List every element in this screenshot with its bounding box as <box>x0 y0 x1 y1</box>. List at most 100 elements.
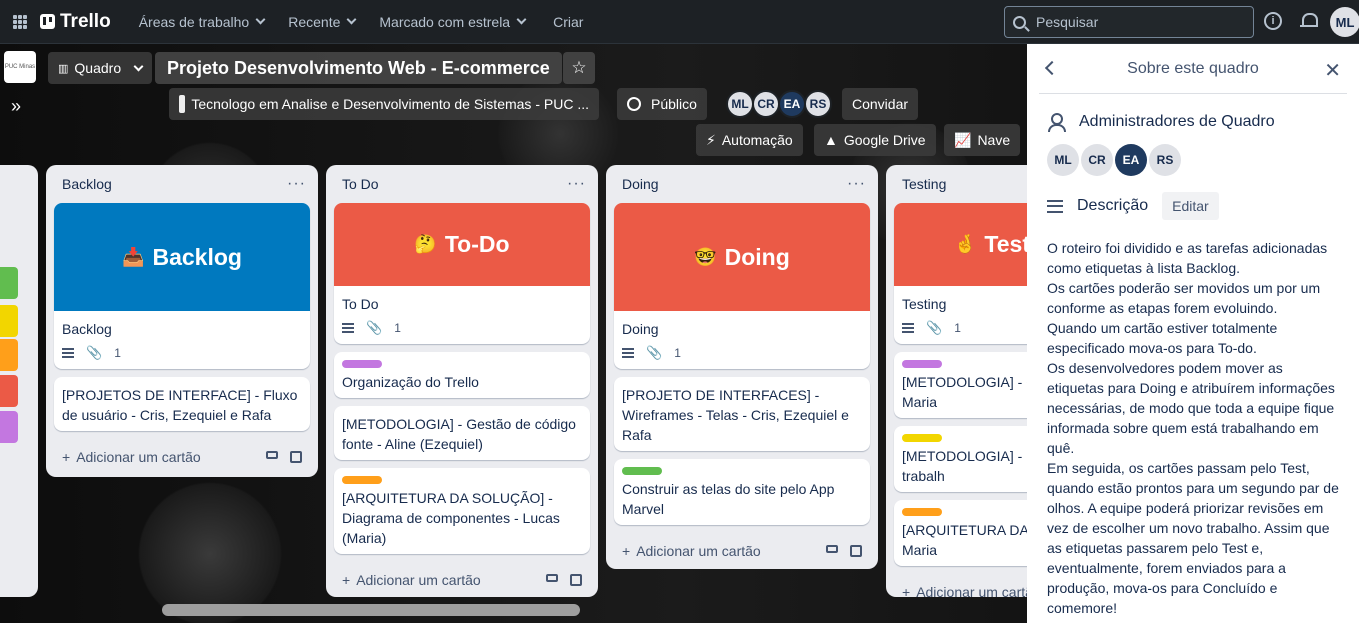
nave-button[interactable]: 📈 Nave <box>944 124 1021 156</box>
card-cover[interactable]: 🤓 Doing Doing 📎 1 <box>614 203 870 369</box>
chevron-down-icon <box>516 14 527 25</box>
automation-button[interactable]: ⚡ Automação <box>696 124 803 156</box>
notifications-bell-icon[interactable] <box>1300 12 1318 30</box>
expand-sidebar-icon[interactable]: » <box>11 96 21 117</box>
card-title: [METODOLOGIA] - Gestão de código fonte -… <box>342 416 576 452</box>
apps-switcher-icon[interactable] <box>0 0 40 44</box>
add-card-button[interactable]: + Adicionar um cartão <box>614 533 870 569</box>
cover-text: Test <box>984 231 1031 257</box>
member-avatar[interactable]: RS <box>804 90 832 118</box>
attachment-icon: 📎 <box>86 345 103 360</box>
add-card-button[interactable]: + Adicionar um cartão <box>334 562 590 598</box>
description-title: Descrição <box>1077 197 1149 214</box>
list-title[interactable]: Backlog <box>62 176 112 192</box>
video-icon[interactable] <box>826 545 838 553</box>
description-paragraph: Os cartões poderão ser movidos um por um… <box>1047 280 1321 316</box>
card[interactable]: [PROJETO DE INTERFACES] - Wireframes - T… <box>614 377 870 451</box>
label-green <box>0 267 18 299</box>
add-card-button[interactable]: + Adicionar um cartão <box>54 439 310 475</box>
card-title: [PROJETO DE INTERFACES] - Wireframes - T… <box>622 387 849 443</box>
edit-description-button[interactable]: Editar <box>1162 192 1219 220</box>
user-avatar[interactable]: ML <box>1330 7 1359 37</box>
plus-icon: + <box>342 572 351 588</box>
video-icon[interactable] <box>266 451 278 459</box>
cover-text: Backlog <box>152 243 242 270</box>
description-paragraph: O roteiro foi dividido e as tarefas adic… <box>1047 240 1328 276</box>
visibility-button[interactable]: Público <box>617 88 707 120</box>
card-title: Doing <box>622 321 659 337</box>
card-title: Organização do Trello <box>342 374 479 390</box>
workspace-logo[interactable]: PUC Minas <box>4 51 36 83</box>
search-placeholder: Pesquisar <box>1036 14 1099 30</box>
admin-avatar[interactable]: EA <box>1115 144 1147 176</box>
starred-menu[interactable]: Marcado com estrela <box>369 6 539 38</box>
close-icon[interactable]: ✕ <box>1324 58 1341 83</box>
panel-title: Sobre este quadro <box>1127 59 1259 77</box>
share-button[interactable]: Convidar <box>842 88 919 120</box>
description-paragraph: Os desenvolvedores podem mover as etique… <box>1047 360 1335 456</box>
board-view-label: Quadro <box>74 60 122 76</box>
plus-icon: + <box>62 449 71 465</box>
list-menu-icon[interactable]: ··· <box>567 175 586 193</box>
board-members: ML CR EA RS <box>726 90 832 118</box>
member-avatar[interactable]: CR <box>752 90 780 118</box>
attachment-count: 1 <box>114 346 121 360</box>
card[interactable]: [PROJETOS DE INTERFACE] - Fluxo de usuár… <box>54 377 310 431</box>
description-icon <box>1047 199 1063 213</box>
google-drive-label: Google Drive <box>843 132 926 148</box>
card[interactable]: Organização do Trello <box>334 352 590 398</box>
member-avatar[interactable]: EA <box>778 90 806 118</box>
workspace-button[interactable]: Tecnologo em Analise e Desenvolvimento d… <box>169 88 599 120</box>
workspace-icon <box>179 95 186 113</box>
card-title: To Do <box>342 296 379 312</box>
chart-icon: 📈 <box>954 131 972 148</box>
info-icon[interactable]: i <box>1264 12 1282 30</box>
template-icon[interactable] <box>290 451 302 463</box>
video-icon[interactable] <box>546 574 558 582</box>
label-yellow <box>0 305 18 337</box>
back-icon[interactable] <box>1044 60 1060 76</box>
list-title[interactable]: Doing <box>622 176 659 192</box>
card[interactable]: Construir as telas do site pelo App Marv… <box>614 459 870 525</box>
trello-logo[interactable]: Trello <box>40 11 111 33</box>
list-menu-icon[interactable]: ··· <box>847 175 866 193</box>
card-cover-image: 🤓 Doing <box>614 203 870 311</box>
list-backlog[interactable]: Backlog ··· 📥 Backlog Backlog 📎 1 [PROJE… <box>46 165 318 477</box>
add-card-label: Adicionar um cartão <box>636 543 761 559</box>
card[interactable]: [ARQUITETURA DA SOLUÇÃO] - Diagrama de c… <box>334 468 590 554</box>
cover-text: Doing <box>724 243 790 270</box>
description-icon <box>902 323 914 333</box>
card-title: Construir as telas do site pelo App Marv… <box>622 481 835 517</box>
workspace-name: Tecnologo em Analise e Desenvolvimento d… <box>191 96 589 112</box>
card-cover-image: 📥 Backlog <box>54 203 310 311</box>
attachment-count: 1 <box>394 321 401 335</box>
search-icon <box>1013 15 1026 29</box>
list-todo[interactable]: To Do ··· 🤔 To-Do To Do 📎 1 Organização … <box>326 165 598 597</box>
list-title[interactable]: To Do <box>342 176 379 192</box>
horizontal-scrollbar[interactable] <box>162 604 580 616</box>
admin-avatar[interactable]: RS <box>1149 144 1181 176</box>
template-icon[interactable] <box>570 574 582 586</box>
label-purple <box>0 411 18 443</box>
card-cover[interactable]: 📥 Backlog Backlog 📎 1 <box>54 203 310 369</box>
list-menu-icon[interactable]: ··· <box>287 175 306 193</box>
admin-avatar[interactable]: ML <box>1047 144 1079 176</box>
card-label <box>342 360 382 368</box>
recent-menu[interactable]: Recente <box>278 6 369 38</box>
card-cover[interactable]: 🤔 To-Do To Do 📎 1 <box>334 203 590 344</box>
card-label <box>902 434 942 442</box>
card[interactable]: [METODOLOGIA] - Gestão de código fonte -… <box>334 406 590 460</box>
card-title: [ARQUITETURA DA SOLUÇÃO] - Diagrama de c… <box>342 490 560 546</box>
list-title[interactable]: Testing <box>902 176 946 192</box>
workspaces-menu[interactable]: Áreas de trabalho <box>129 6 279 38</box>
board-title[interactable]: Projeto Desenvolvimento Web - E-commerce <box>155 52 562 84</box>
create-button[interactable]: Criar <box>539 14 597 30</box>
list-doing[interactable]: Doing ··· 🤓 Doing Doing 📎 1 [PROJETO DE … <box>606 165 878 569</box>
template-icon[interactable] <box>850 545 862 557</box>
star-board-icon[interactable]: ☆ <box>563 52 595 84</box>
member-avatar[interactable]: ML <box>726 90 754 118</box>
google-drive-button[interactable]: ▲ Google Drive <box>814 124 936 156</box>
admin-avatar[interactable]: CR <box>1081 144 1113 176</box>
search-input[interactable]: Pesquisar <box>1004 6 1254 38</box>
board-view-switcher[interactable]: ▥ Quadro <box>48 52 153 84</box>
